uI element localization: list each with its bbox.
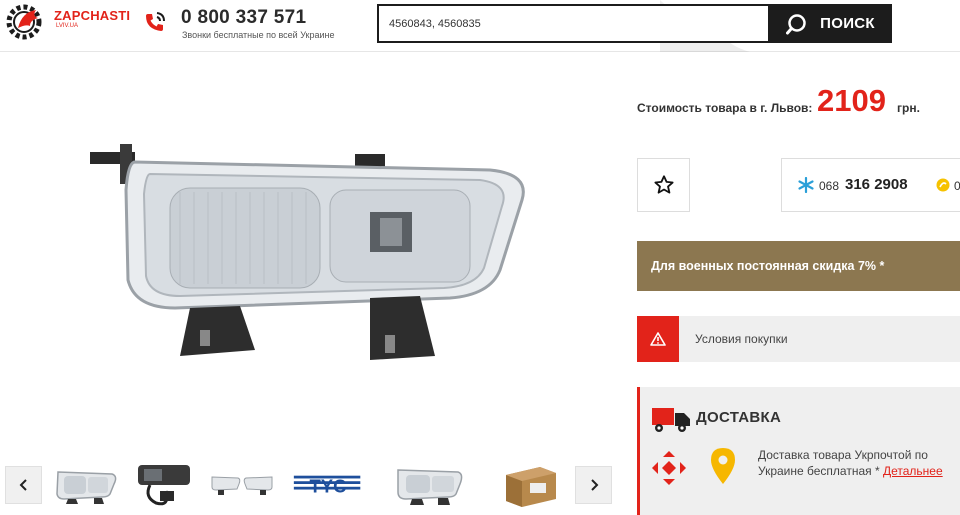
site-header: ZAPCHASTI LVIV.UA 0 800 337 571 Звонки б… [0, 0, 960, 52]
delivery-truck-icon [652, 408, 690, 432]
search-icon [786, 13, 806, 34]
thumbnails-next-button[interactable] [575, 466, 612, 504]
price-currency: грн. [897, 101, 920, 115]
product-image-fog-lamp[interactable] [80, 130, 540, 390]
thumbnail-tyc-logo: TYC [293, 475, 361, 496]
logo-text: ZAPCHASTI [54, 8, 131, 23]
conditions-icon-box [637, 316, 679, 362]
purchase-conditions-row[interactable]: Условия покупки [637, 316, 960, 362]
thumbnails-prev-button[interactable] [5, 466, 42, 504]
tyc-logo-text: TYC [310, 475, 347, 496]
contact-phone-extra: 0 [954, 179, 960, 193]
purchase-conditions-label: Условия покупки [695, 332, 788, 346]
logo-subtext: LVIV.UA [56, 23, 79, 29]
price-value: 2109 [817, 83, 886, 118]
hotline-number[interactable]: 0 800 337 571 [181, 7, 306, 29]
delivery-title: ДОСТАВКА [696, 409, 782, 426]
thumbnail-3[interactable] [206, 460, 278, 508]
lifecell-icon [936, 178, 950, 192]
delivery-details-link[interactable]: Детальнее [883, 464, 943, 478]
thumbnail-fog-lamp-image [397, 469, 463, 505]
search-input[interactable] [379, 6, 768, 41]
thumbnail-fog-lamp-image [56, 471, 117, 504]
location-pin-icon [711, 448, 735, 484]
thumbnail-box-image [506, 467, 556, 507]
warning-icon [650, 332, 666, 346]
thumbnail-1[interactable] [50, 460, 122, 508]
site-logo[interactable]: ZAPCHASTI LVIV.UA [4, 2, 130, 42]
phone-icon [146, 12, 165, 31]
contacts-box: 068 316 2908 0 [781, 158, 960, 212]
contact-phone-prefix: 068 [819, 179, 840, 193]
thumbnail-wiring-image [138, 465, 190, 506]
chevron-right-icon [590, 479, 598, 491]
thumbnail-fog-lamp-pair-image [211, 476, 273, 495]
delivery-section: ДОСТАВКА Доставка товара Укрпочтой по Ук… [637, 387, 960, 515]
thumbnail-2[interactable] [128, 460, 200, 508]
thumbnail-6[interactable] [494, 460, 566, 508]
price-label: Стоимость товара в г. Львов: [637, 101, 813, 115]
hotline-subtitle: Звонки бесплатные по всей Украине [182, 30, 335, 40]
contact-phone-number[interactable]: 316 2908 [845, 176, 908, 193]
chevron-left-icon [19, 479, 27, 491]
add-to-favorites-button[interactable] [637, 158, 690, 212]
gear-logo-icon [6, 4, 42, 40]
delivery-description: Доставка товара Укрпочтой по Украине бес… [758, 447, 960, 479]
thumbnail-5[interactable] [394, 460, 466, 508]
military-discount-banner: Для военных постоянная скидка 7% * [637, 241, 960, 291]
search-button[interactable]: ПОИСК [769, 4, 892, 43]
kyivstar-icon [798, 177, 814, 193]
thumbnail-4[interactable]: TYC [292, 460, 364, 508]
search-button-label: ПОИСК [820, 15, 875, 32]
star-icon [653, 175, 674, 194]
search-box [377, 4, 770, 43]
nova-poshta-icon [652, 451, 686, 485]
